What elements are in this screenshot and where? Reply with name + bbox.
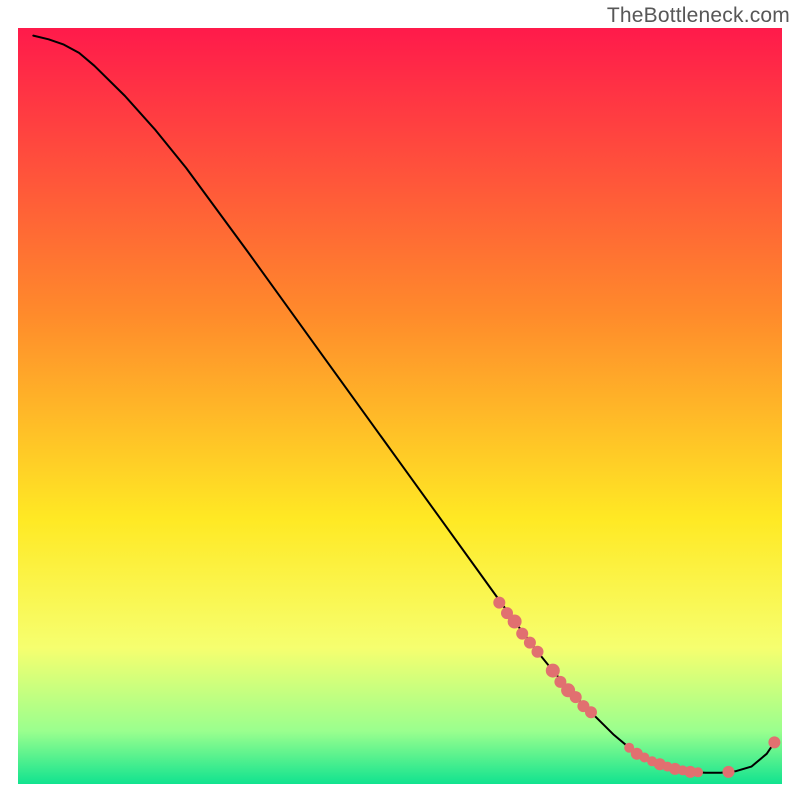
- highlight-dot: [693, 767, 703, 777]
- highlight-dot: [532, 646, 544, 658]
- bottleneck-chart: TheBottleneck.com: [0, 0, 800, 800]
- highlight-dot: [585, 706, 597, 718]
- chart-canvas: [0, 0, 800, 800]
- watermark-text: TheBottleneck.com: [607, 4, 790, 28]
- plot-background: [18, 28, 782, 784]
- highlight-dot: [768, 736, 780, 748]
- highlight-dot: [508, 615, 522, 629]
- highlight-dot: [493, 597, 505, 609]
- highlight-dot: [546, 664, 560, 678]
- highlight-dot: [723, 766, 735, 778]
